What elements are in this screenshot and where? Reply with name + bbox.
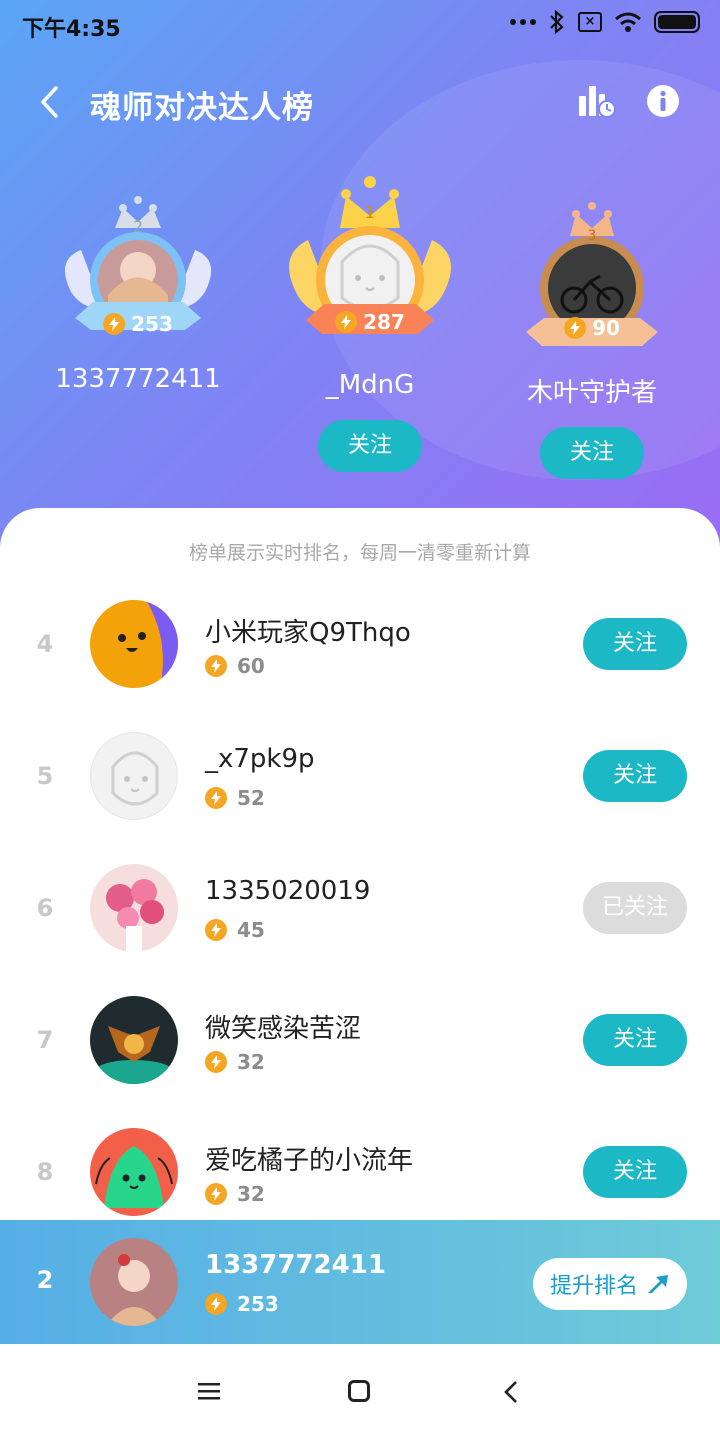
status-time: 下午4:35 (22, 17, 121, 42)
user-score: 45 (237, 918, 265, 942)
back-icon[interactable] (34, 84, 70, 120)
podium-name: 1337772411 (55, 364, 221, 394)
followed-button[interactable]: 已关注 (583, 882, 687, 934)
user-name: 小米玩家Q9Thqo (205, 618, 411, 648)
avatar[interactable] (90, 732, 178, 820)
user-name: _x7pk9p (205, 744, 315, 774)
wifi-icon (615, 12, 641, 32)
gold-badge: 1 287 (280, 170, 460, 360)
info-icon[interactable] (646, 84, 680, 118)
lightning-icon (205, 1293, 227, 1315)
my-name: 1337772411 (205, 1250, 386, 1280)
rank-number: 5 (36, 762, 54, 790)
podium-name: 木叶守护者 (526, 378, 657, 408)
list-item[interactable]: 4 小米玩家Q9Thqo 60 关注 (0, 578, 720, 710)
user-score: 60 (237, 654, 265, 678)
boost-ranking-label: 提升排名 (549, 1274, 638, 1299)
svg-text:3: 3 (588, 228, 597, 244)
follow-button[interactable]: 关注 (318, 420, 422, 472)
leaderboard-history-icon[interactable] (576, 84, 616, 120)
lightning-icon (205, 1051, 227, 1073)
boost-ranking-button[interactable]: 提升排名 (533, 1258, 687, 1310)
my-avatar[interactable] (90, 1238, 178, 1326)
list-item[interactable]: 5 _x7pk9p 52 关注 (0, 710, 720, 842)
bluetooth-icon (550, 10, 564, 34)
ranking-notice: 榜单展示实时排名，每周一清零重新计算 (188, 542, 531, 564)
list-item[interactable]: 6 1335020019 45 已关注 (0, 842, 720, 974)
user-score: 52 (237, 786, 265, 810)
svg-text:1: 1 (365, 203, 375, 222)
lightning-icon (564, 317, 587, 339)
lightning-icon (103, 313, 126, 335)
silver-badge: 2 253 (53, 190, 223, 360)
list-item[interactable]: 7 微笑感染苦涩 32 关注 (0, 974, 720, 1106)
rank-number: 6 (36, 894, 54, 922)
signal-dots-icon (510, 19, 536, 25)
user-score: 32 (237, 1050, 265, 1074)
podium-score: 253 (131, 312, 173, 336)
podium-score: 90 (592, 316, 620, 340)
battery-icon (654, 11, 700, 33)
svg-text:2: 2 (133, 217, 143, 236)
podium-second[interactable]: 2 253 1337772411 (46, 190, 230, 394)
rank-number: 7 (36, 1026, 54, 1054)
status-icons: × (510, 10, 700, 34)
rank-number: 4 (36, 630, 54, 658)
my-score: 253 (237, 1292, 279, 1316)
user-name: 爱吃橘子的小流年 (205, 1146, 414, 1176)
avatar[interactable] (90, 1128, 178, 1216)
home-icon[interactable] (348, 1380, 370, 1402)
system-nav-bar (0, 1344, 720, 1440)
menu-icon[interactable] (198, 1382, 224, 1402)
podium-score: 287 (363, 310, 405, 334)
avatar[interactable] (90, 864, 178, 952)
follow-button[interactable]: 关注 (583, 1014, 687, 1066)
nav-back-icon[interactable] (500, 1380, 524, 1404)
podium-first[interactable]: 1 287 _MdnG 关注 (280, 170, 460, 472)
bronze-badge: 3 90 (512, 200, 672, 360)
page-title: 魂师对决达人榜 (90, 90, 314, 126)
lightning-icon (205, 1183, 227, 1205)
my-ranking-row[interactable]: 2 1337772411 253 提升排名 (0, 1220, 720, 1344)
avatar[interactable] (90, 996, 178, 1084)
user-name: 1335020019 (205, 876, 371, 906)
my-rank-number: 2 (36, 1266, 54, 1294)
no-sim-icon: × (578, 12, 602, 32)
status-bar: 下午4:35 × (0, 0, 720, 50)
lightning-icon (205, 655, 227, 677)
arrow-up-icon (648, 1275, 668, 1293)
lightning-icon (335, 311, 358, 333)
follow-button[interactable]: 关注 (583, 618, 687, 670)
list-item[interactable]: 8 爱吃橘子的小流年 32 关注 (0, 1106, 720, 1238)
podium-name: _MdnG (325, 370, 415, 400)
user-score: 32 (237, 1182, 265, 1206)
user-name: 微笑感染苦涩 (205, 1014, 362, 1044)
lightning-icon (205, 919, 227, 941)
lightning-icon (205, 787, 227, 809)
follow-button[interactable]: 关注 (540, 427, 644, 479)
avatar[interactable] (90, 600, 178, 688)
rank-number: 8 (36, 1158, 54, 1186)
follow-button[interactable]: 关注 (583, 750, 687, 802)
podium-third[interactable]: 3 90 木叶守护者 关注 (506, 200, 678, 479)
follow-button[interactable]: 关注 (583, 1146, 687, 1198)
